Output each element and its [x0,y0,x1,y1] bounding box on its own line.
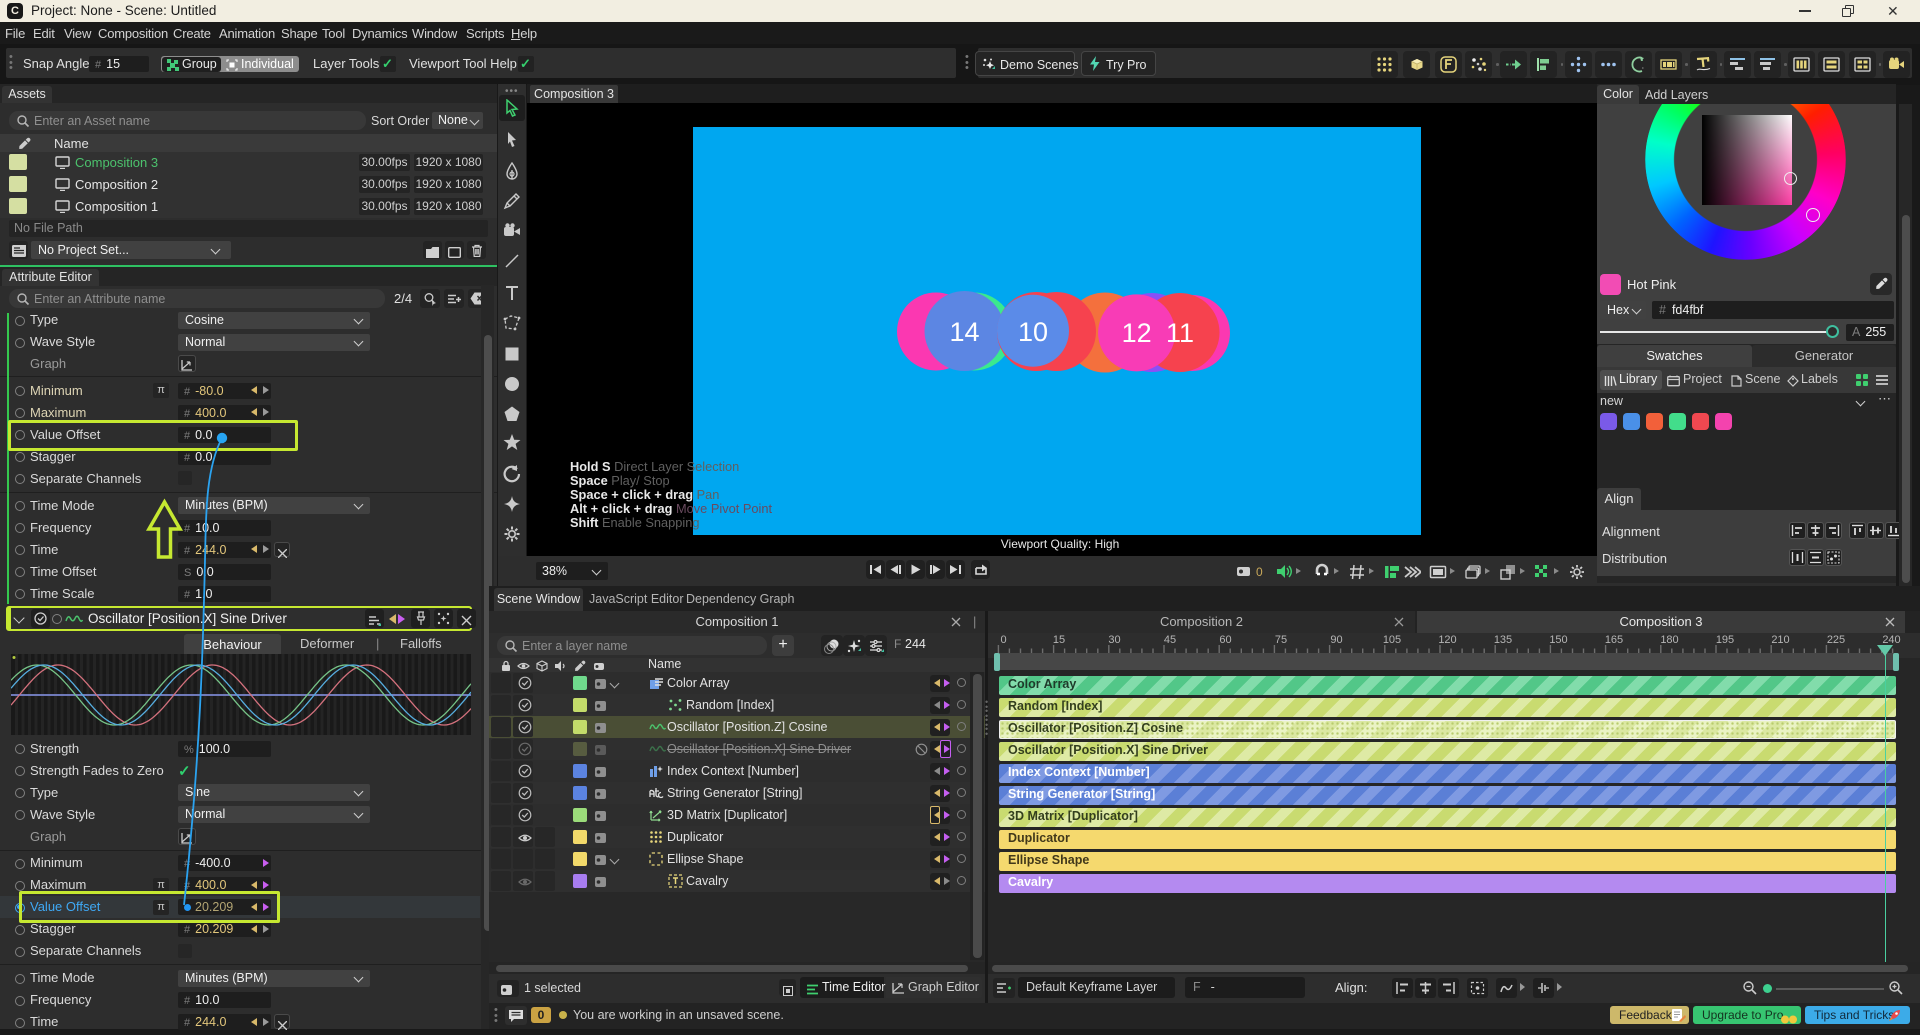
svg-text:14: 14 [949,317,979,347]
svg-text:10: 10 [1018,317,1048,347]
svg-text:12: 12 [1122,318,1152,348]
svg-text:11: 11 [1166,318,1194,348]
